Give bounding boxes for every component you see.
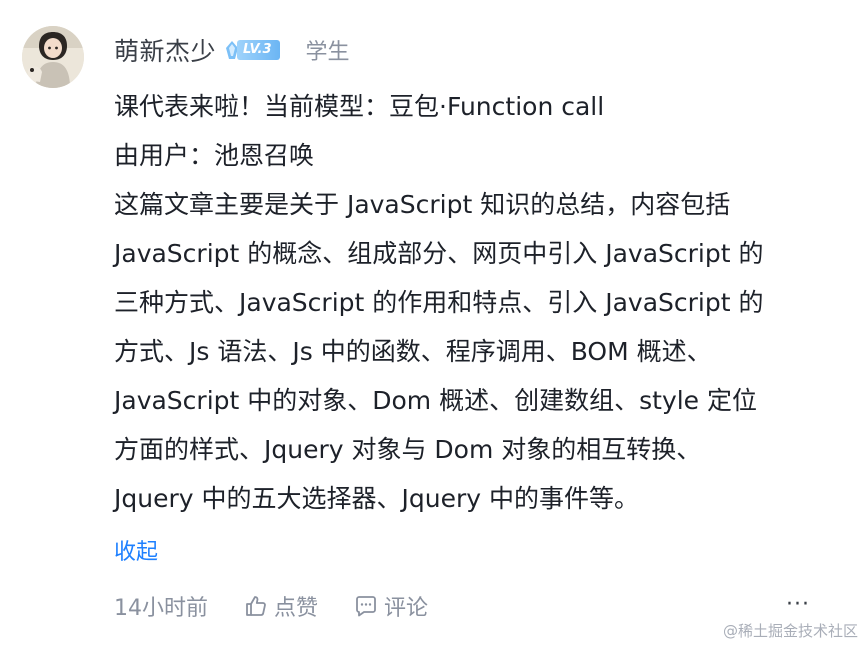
- comment-button[interactable]: 评论: [354, 590, 428, 622]
- comment-line: Jquery 中的五大选择器、Jquery 中的事件等。: [114, 484, 639, 513]
- comment-bubble-icon: [356, 596, 376, 617]
- comment-line: JavaScript 中的对象、Dom 概述、创建数组、style 定位: [114, 386, 758, 415]
- comment-line: 方面的样式、Jquery 对象与 Dom 对象的相互转换、: [114, 435, 702, 464]
- level-badge: LV.3: [224, 39, 280, 61]
- avatar-image: [22, 26, 84, 88]
- comment-line: 这篇文章主要是关于 JavaScript 知识的总结，内容包括: [114, 190, 731, 219]
- like-label: 点赞: [274, 596, 319, 621]
- action-bar: 14小时前 点赞 评论: [114, 588, 428, 624]
- comment-line: JavaScript 的概念、组成部分、网页中引入 JavaScript 的: [114, 239, 764, 268]
- comment-line: 三种方式、JavaScript 的作用和特点、引入 JavaScript 的: [114, 288, 764, 317]
- comment-content: 课代表来啦！当前模型：豆包·Function call 由用户：池恩召唤 这篇文…: [114, 82, 844, 523]
- level-label: LV.3: [237, 40, 280, 60]
- username[interactable]: 萌新杰少: [114, 32, 216, 68]
- thumbs-up-icon: [246, 596, 266, 616]
- user-role: 学生: [305, 40, 350, 65]
- comment-line: 方式、Js 语法、Js 中的函数、程序调用、BOM 概述、: [114, 337, 712, 366]
- watermark: @稀土掘金技术社区: [722, 622, 858, 640]
- comment-line: 课代表来啦！当前模型：豆包·Function call: [114, 92, 605, 121]
- collapse-button[interactable]: 收起: [114, 536, 158, 570]
- avatar[interactable]: [22, 26, 84, 88]
- like-button[interactable]: 点赞: [244, 590, 318, 622]
- comment-label: 评论: [384, 596, 429, 621]
- comment-header: 萌新杰少 LV.3 学生: [114, 30, 350, 70]
- comment-line: 由用户：池恩召唤: [114, 141, 315, 170]
- more-options-button[interactable]: ···: [786, 592, 810, 617]
- timestamp: 14小时前: [114, 596, 208, 621]
